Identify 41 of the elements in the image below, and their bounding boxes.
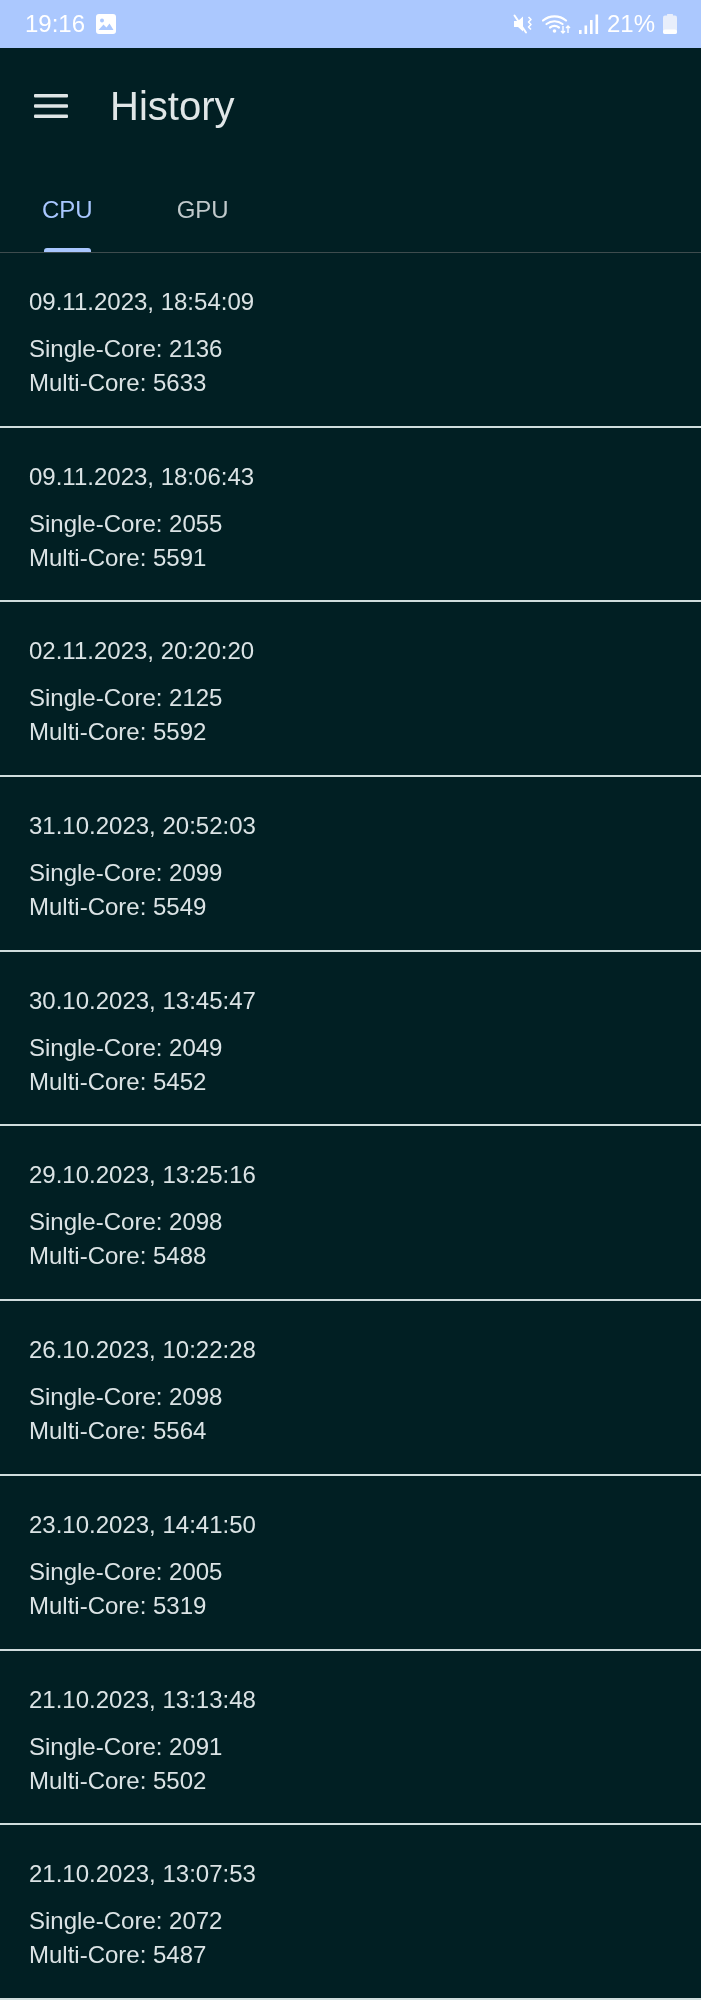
single-core-score: Single-Core: 2125 bbox=[29, 683, 223, 714]
result-date: 23.10.2023, 14:41:50 bbox=[29, 1510, 256, 1539]
result-date: 21.10.2023, 13:07:53 bbox=[29, 1860, 256, 1889]
image-icon bbox=[96, 14, 117, 34]
single-core-score: Single-Core: 2098 bbox=[29, 1207, 223, 1238]
single-core-score: Single-Core: 2055 bbox=[29, 508, 223, 539]
multi-core-score: Multi-Core: 5591 bbox=[29, 542, 207, 573]
multi-core-score: Multi-Core: 5592 bbox=[29, 717, 207, 748]
result-date: 09.11.2023, 18:54:09 bbox=[29, 288, 255, 316]
result-date: 09.11.2023, 18:06:43 bbox=[29, 462, 255, 491]
result-date: 26.10.2023, 10:22:28 bbox=[29, 1336, 256, 1365]
result-date: 29.10.2023, 13:25:16 bbox=[29, 1161, 256, 1190]
single-core-score: Single-Core: 2136 bbox=[29, 334, 223, 364]
result-date: 30.10.2023, 13:45:47 bbox=[29, 986, 256, 1015]
single-core-score: Single-Core: 2091 bbox=[29, 1731, 223, 1762]
single-core-score: Single-Core: 2099 bbox=[29, 858, 223, 889]
tab[interactable]: GPU bbox=[134, 164, 271, 252]
tab[interactable]: CPU bbox=[0, 164, 135, 252]
battery-percentage: 21% bbox=[606, 10, 655, 38]
battery-icon bbox=[663, 14, 677, 34]
wifi-icon bbox=[541, 14, 571, 34]
mute-icon bbox=[512, 14, 534, 34]
multi-core-score: Multi-Core: 5452 bbox=[29, 1066, 207, 1097]
multi-core-score: Multi-Core: 5487 bbox=[29, 1940, 207, 1971]
multi-core-score: Multi-Core: 5633 bbox=[29, 368, 207, 398]
result-date: 31.10.2023, 20:52:03 bbox=[29, 812, 256, 841]
multi-core-score: Multi-Core: 5549 bbox=[29, 892, 207, 923]
single-core-score: Single-Core: 2005 bbox=[29, 1556, 223, 1587]
single-core-score: Single-Core: 2072 bbox=[29, 1906, 223, 1937]
signal-icon bbox=[578, 14, 599, 34]
menu-icon[interactable] bbox=[34, 94, 68, 118]
result-date: 21.10.2023, 13:13:48 bbox=[29, 1685, 256, 1714]
single-core-score: Single-Core: 2049 bbox=[29, 1032, 223, 1063]
multi-core-score: Multi-Core: 5488 bbox=[29, 1241, 207, 1272]
status-time: 19:16 bbox=[25, 10, 86, 38]
multi-core-score: Multi-Core: 5502 bbox=[29, 1765, 207, 1796]
multi-core-score: Multi-Core: 5319 bbox=[29, 1590, 207, 1621]
single-core-score: Single-Core: 2098 bbox=[29, 1382, 223, 1413]
result-date: 02.11.2023, 20:20:20 bbox=[29, 637, 255, 666]
multi-core-score: Multi-Core: 5564 bbox=[29, 1416, 207, 1447]
page-title: History bbox=[110, 83, 235, 129]
